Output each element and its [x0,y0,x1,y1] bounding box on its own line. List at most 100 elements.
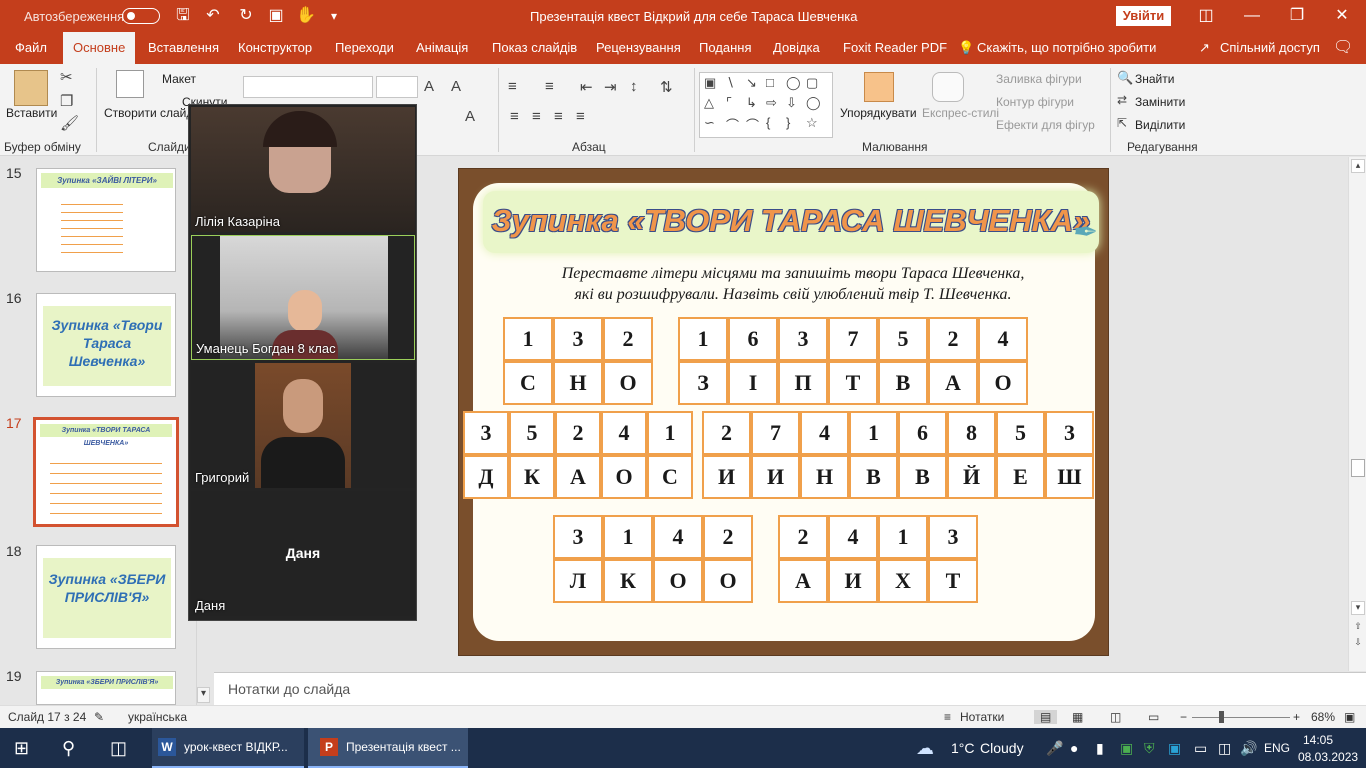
search-icon[interactable]: ⚲ [62,728,75,768]
scroll-down-icon[interactable]: ▾ [1351,601,1365,615]
shape-outline-button[interactable]: Контур фігури [996,95,1074,109]
notes-placeholder[interactable]: Нотатки до слайда [228,681,350,697]
align-left-icon[interactable]: ≡ [510,108,519,125]
fit-slide-icon[interactable]: ▣ [1344,710,1355,724]
shape-arrow-line-icon[interactable]: ↘ [746,75,757,91]
bullets-icon[interactable]: ≡ [508,78,517,95]
taskbar-app-powerpoint[interactable]: P Презентація квест ... [308,728,468,768]
tab-file[interactable]: Файл [15,32,47,64]
customize-qat-icon[interactable]: ▾ [324,6,344,26]
font-name-box[interactable] [243,76,373,98]
shape-textbox-icon[interactable]: ▣ [704,75,716,91]
copy-icon[interactable]: ❐ [60,92,73,110]
increase-indent-icon[interactable]: ⇥ [604,78,617,96]
tab-view[interactable]: Подання [699,32,752,64]
shape-curve-icon[interactable]: ⌒ [726,115,739,134]
shape-right-brace-icon[interactable]: } [786,115,790,130]
zoom-slider[interactable] [1192,717,1290,718]
scroll-down-icon[interactable]: ▾ [197,687,210,703]
next-slide-icon[interactable]: ⇩ [1351,637,1365,651]
taskbar-app-word[interactable]: W урок-квест ВІДКР... [152,728,304,768]
video-call-panel[interactable]: Лілія Казаріна Уманець Богдан 8 клас Гри… [188,104,417,621]
thumbnail-slide[interactable]: Зупинка «ЗАЙВІ ЛІТЕРИ» [36,168,176,272]
font-size-box[interactable] [376,76,418,98]
tab-foxit[interactable]: Foxit Reader PDF [843,32,947,64]
zoom-app-icon[interactable]: ● [1070,728,1078,768]
tab-review[interactable]: Рецензування [596,32,681,64]
close-icon[interactable]: ✕ [1332,6,1352,26]
weather-desc[interactable]: Cloudy [980,728,1024,768]
find-icon[interactable]: 🔍 [1117,70,1133,86]
maximize-icon[interactable]: ❐ [1287,6,1307,26]
network-icon[interactable]: ◫ [1218,728,1231,768]
save-icon[interactable]: 🖫 [173,6,193,26]
display-icon[interactable]: ▭ [1194,728,1207,768]
shape-rectangle-icon[interactable]: □ [766,75,774,90]
shape-fill-button[interactable]: Заливка фігури [996,72,1082,86]
align-right-icon[interactable]: ≡ [554,108,563,125]
editor-scrollbar[interactable]: ▴ ▾ ⇧ ⇩ [1348,157,1366,671]
font-color-icon[interactable]: A [465,108,475,125]
paste-icon[interactable] [14,70,48,106]
shape-line-icon[interactable]: ∖ [726,75,734,91]
weather-cloud-icon[interactable]: ☁ [916,728,934,768]
shape-triangle-icon[interactable]: △ [704,95,714,111]
cut-icon[interactable]: ✂ [60,68,73,86]
shape-freeform-icon[interactable]: ∽ [704,115,715,131]
shape-left-brace-icon[interactable]: { [766,115,770,130]
find-button[interactable]: Знайти [1135,72,1174,86]
zoom-level[interactable]: 68% [1311,710,1335,724]
scroll-up-icon[interactable]: ▴ [1351,159,1365,173]
notes-toggle-icon[interactable]: ≡ [944,710,951,724]
input-language[interactable]: ENG [1264,728,1290,768]
scroll-thumb[interactable] [1351,459,1365,477]
shape-arc-icon[interactable]: ⌒ [746,115,759,134]
decrease-indent-icon[interactable]: ⇤ [580,78,593,96]
shape-bent-arrow-icon[interactable]: ↳ [746,95,757,111]
tell-me-box[interactable]: Скажіть, що потрібно зробити [977,32,1156,64]
shape-connector-icon[interactable]: ⌜ [726,95,732,111]
shape-right-arrow-icon[interactable]: ⇨ [766,95,777,111]
autosave-toggle[interactable] [122,8,160,24]
tray-app-icon[interactable]: ▣ [1120,728,1133,768]
tell-me-icon[interactable]: 💡 [958,32,974,64]
align-center-icon[interactable]: ≡ [532,108,541,125]
clock-time[interactable]: 14:05 [1303,733,1333,747]
decrease-font-icon[interactable]: A [451,78,461,95]
microphone-icon[interactable]: 🎤 [1046,728,1063,768]
new-slide-icon[interactable] [116,70,144,98]
shield-icon[interactable]: ⛨ [1144,728,1155,768]
tab-animations[interactable]: Анімація [416,32,468,64]
format-painter-icon[interactable]: 🖌 [60,114,79,132]
present-icon[interactable]: ▣ [266,6,286,26]
participant-tile[interactable]: Лілія Казаріна [191,107,415,232]
language-indicator[interactable]: українська [128,710,187,724]
tab-transitions[interactable]: Переходи [335,32,394,64]
replace-icon[interactable]: ⇄ [1117,93,1127,107]
battery-icon[interactable]: ▮ [1096,728,1104,768]
numbering-icon[interactable]: ≡ [545,78,554,95]
spellcheck-icon[interactable]: ✎ [94,710,104,724]
arrange-icon[interactable] [864,72,894,102]
shape-oval-icon[interactable]: ◯ [786,75,801,91]
line-spacing-icon[interactable]: ↕ [630,78,638,95]
tray-app-icon[interactable]: ▣ [1168,728,1181,768]
tab-insert[interactable]: Вставлення [148,32,219,64]
participant-tile-active[interactable]: Уманець Богдан 8 клас [191,235,415,360]
zoom-in-icon[interactable]: + [1293,710,1300,724]
increase-font-icon[interactable]: A [424,78,434,95]
minimize-icon[interactable]: — [1242,6,1262,26]
participant-tile[interactable]: Даня Даня [191,491,415,616]
undo-icon[interactable]: ↶ [203,6,223,26]
thumbnail-slide[interactable]: Зупинка «ЗБЕРИ ПРИСЛІВ'Я» [36,545,176,649]
touch-mode-icon[interactable]: ✋ [296,6,316,26]
zoom-slider-thumb[interactable] [1219,711,1224,723]
signin-button[interactable]: Увійти [1116,6,1171,26]
arrange-button[interactable]: Упорядкувати [840,106,917,120]
layout-button[interactable]: Макет [162,72,196,86]
thumbnail-slide-selected[interactable]: Зупинка «ТВОРИ ТАРАСА ШЕВЧЕНКА» [33,417,179,527]
slide-sorter-icon[interactable]: ▦ [1072,710,1083,724]
ribbon-display-icon[interactable]: ◫ [1196,6,1216,26]
tab-home[interactable]: Основне [63,32,136,64]
share-button[interactable]: Спільний доступ [1220,32,1320,64]
